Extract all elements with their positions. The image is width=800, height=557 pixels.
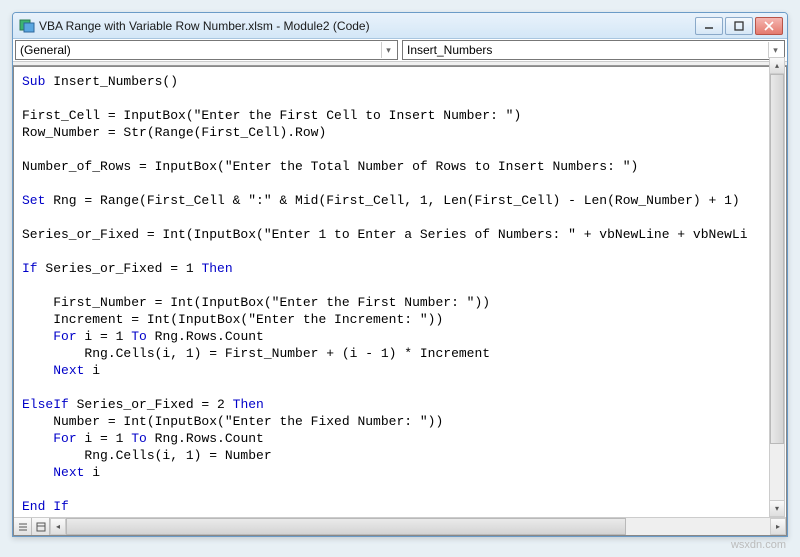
app-icon	[19, 18, 35, 34]
procedure-dropdown-value: Insert_Numbers	[407, 43, 492, 57]
titlebar: VBA Range with Variable Row Number.xlsm …	[13, 13, 787, 39]
chevron-down-icon: ▾	[381, 42, 395, 58]
procedure-dropdown[interactable]: Insert_Numbers ▾	[402, 40, 785, 60]
minimize-button[interactable]	[695, 17, 723, 35]
window-controls	[695, 17, 783, 35]
close-button[interactable]	[755, 17, 783, 35]
scroll-left-button[interactable]: ◂	[50, 518, 66, 535]
watermark: wsxdn.com	[731, 539, 786, 551]
dropdown-bar: (General) ▾ Insert_Numbers ▾	[13, 39, 787, 62]
maximize-button[interactable]	[725, 17, 753, 35]
code-viewport: Sub Insert_Numbers() First_Cell = InputB…	[13, 66, 787, 536]
bottom-bar: ◂ ▸	[14, 517, 786, 535]
vertical-scrollbar[interactable]: ▴ ▾	[769, 57, 785, 517]
scroll-right-button[interactable]: ▸	[770, 518, 786, 535]
procedure-view-button[interactable]	[14, 518, 32, 535]
hscroll-thumb[interactable]	[66, 518, 626, 535]
code-window: VBA Range with Variable Row Number.xlsm …	[12, 12, 788, 537]
scroll-up-button[interactable]: ▴	[770, 58, 784, 74]
object-dropdown[interactable]: (General) ▾	[15, 40, 398, 60]
vscroll-thumb[interactable]	[770, 74, 784, 444]
window-title: VBA Range with Variable Row Number.xlsm …	[39, 19, 695, 33]
object-dropdown-value: (General)	[20, 43, 71, 57]
full-module-view-button[interactable]	[32, 518, 50, 535]
chevron-down-icon: ▾	[768, 42, 782, 58]
code-editor[interactable]: Sub Insert_Numbers() First_Cell = InputB…	[14, 67, 786, 517]
scroll-down-button[interactable]: ▾	[770, 500, 784, 516]
horizontal-scrollbar[interactable]: ◂ ▸	[50, 518, 786, 535]
